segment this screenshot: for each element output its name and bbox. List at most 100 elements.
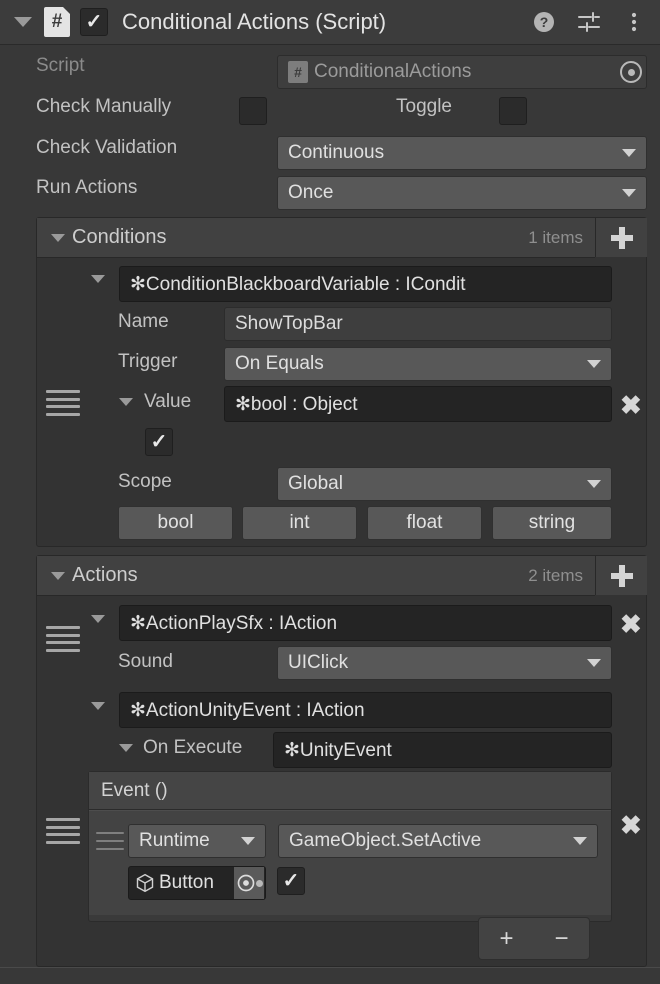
condition-name-row: Name bbox=[118, 311, 169, 333]
check-validation-label: Check Validation bbox=[36, 137, 178, 158]
action1-sound-row: Sound bbox=[118, 651, 173, 673]
object-picker-icon[interactable] bbox=[234, 867, 264, 899]
actions-list-header[interactable]: Actions 2 items bbox=[37, 556, 595, 596]
action1-sound-label: Sound bbox=[118, 651, 173, 672]
script-asset-icon: # bbox=[288, 61, 308, 83]
object-picker-icon[interactable] bbox=[620, 61, 642, 83]
csharp-script-icon: # bbox=[44, 7, 70, 37]
chevron-down-icon bbox=[573, 837, 587, 845]
chevron-down-icon bbox=[622, 149, 636, 157]
call-mode-dropdown[interactable]: Runtime bbox=[128, 824, 266, 858]
run-actions-value: Once bbox=[288, 182, 334, 203]
conditions-list-header[interactable]: Conditions 1 items bbox=[37, 218, 595, 258]
condition-scope-value: Global bbox=[288, 473, 343, 494]
run-actions-dropdown[interactable]: Once bbox=[277, 176, 647, 210]
check-manually-label: Check Manually bbox=[36, 96, 172, 117]
script-object-field[interactable]: # ConditionalActions bbox=[277, 55, 647, 89]
plus-icon bbox=[610, 564, 633, 587]
type-button-string[interactable]: string bbox=[492, 506, 612, 540]
action2-drag-handle[interactable] bbox=[46, 818, 80, 844]
condition-type-field[interactable]: ✻ConditionBlackboardVariable : ICondit bbox=[119, 266, 612, 302]
condition-value-bool-checkbox[interactable]: ✓ bbox=[145, 428, 173, 456]
add-call-button[interactable]: + bbox=[499, 926, 513, 951]
on-execute-value-field[interactable]: ✻UnityEvent bbox=[273, 732, 612, 768]
conditions-item-count: 1 items bbox=[528, 227, 583, 247]
condition-value-type-field[interactable]: ✻bool : Object bbox=[224, 386, 612, 422]
action1-drag-handle[interactable] bbox=[46, 626, 80, 652]
condition-trigger-row: Trigger bbox=[118, 351, 177, 373]
toggle-label: Toggle bbox=[396, 96, 452, 117]
toggle-row: Toggle bbox=[396, 96, 452, 118]
remove-call-button[interactable]: − bbox=[554, 926, 568, 951]
chevron-down-icon bbox=[241, 837, 255, 845]
run-actions-label: Run Actions bbox=[36, 177, 138, 198]
conditions-foldout-arrow[interactable] bbox=[51, 233, 65, 242]
type-button-int[interactable]: int bbox=[242, 506, 357, 540]
kebab-menu-icon[interactable] bbox=[622, 10, 646, 34]
condition-scope-dropdown[interactable]: Global bbox=[277, 467, 612, 501]
on-execute-label: On Execute bbox=[143, 737, 243, 758]
remove-action2-button[interactable]: ✖ bbox=[620, 812, 642, 838]
on-execute-foldout-arrow[interactable] bbox=[119, 744, 133, 752]
script-label: Script bbox=[36, 55, 85, 76]
help-icon[interactable]: ? bbox=[532, 10, 556, 34]
action1-type-value: ✻ActionPlaySfx : IAction bbox=[130, 612, 338, 634]
condition-item-foldout-arrow[interactable] bbox=[91, 275, 105, 283]
action2-type-value: ✻ActionUnityEvent : IAction bbox=[130, 699, 365, 721]
actions-foldout-arrow[interactable] bbox=[51, 571, 65, 580]
action1-sound-value: UIClick bbox=[288, 652, 349, 673]
condition-trigger-label: Trigger bbox=[118, 351, 178, 372]
add-action-button[interactable] bbox=[595, 556, 647, 595]
script-value: ConditionalActions bbox=[314, 61, 472, 82]
unity-event-title: Event () bbox=[89, 772, 611, 810]
condition-trigger-value: On Equals bbox=[235, 353, 324, 374]
checkmark-icon: ✓ bbox=[150, 431, 168, 453]
condition-value-label: Value bbox=[144, 391, 192, 412]
remove-action1-button[interactable]: ✖ bbox=[620, 611, 642, 637]
component-foldout-arrow[interactable] bbox=[14, 17, 32, 27]
type-button-bool[interactable]: bool bbox=[118, 506, 233, 540]
actions-item-count: 2 items bbox=[528, 565, 583, 585]
page-title: Conditional Actions (Script) bbox=[122, 9, 387, 34]
condition-name-value: ShowTopBar bbox=[235, 313, 343, 334]
checkmark-icon: ✓ bbox=[282, 870, 300, 892]
condition-scope-row: Scope bbox=[118, 471, 172, 493]
condition-name-input[interactable]: ShowTopBar bbox=[224, 307, 612, 341]
action1-foldout-arrow[interactable] bbox=[91, 615, 105, 623]
on-execute-value: ✻UnityEvent bbox=[284, 739, 392, 761]
check-validation-value: Continuous bbox=[288, 142, 385, 163]
action2-foldout-arrow[interactable] bbox=[91, 702, 105, 710]
plus-icon bbox=[610, 226, 633, 249]
action1-type-field[interactable]: ✻ActionPlaySfx : IAction bbox=[119, 605, 612, 641]
call-target-value: Button bbox=[159, 872, 214, 893]
call-mode-value: Runtime bbox=[139, 830, 210, 851]
on-execute-row: On Execute bbox=[143, 737, 242, 759]
component-header: # ✓ Conditional Actions (Script) ? bbox=[0, 0, 660, 45]
call-argument-bool-checkbox[interactable]: ✓ bbox=[277, 867, 305, 895]
add-condition-button[interactable] bbox=[595, 218, 647, 257]
remove-condition-button[interactable]: ✖ bbox=[620, 392, 642, 418]
chevron-down-icon bbox=[587, 659, 601, 667]
call-drag-handle[interactable] bbox=[96, 832, 124, 850]
picker-target-icon bbox=[237, 874, 254, 892]
check-validation-dropdown[interactable]: Continuous bbox=[277, 136, 647, 170]
condition-type-value: ✻ConditionBlackboardVariable : ICondit bbox=[130, 273, 466, 295]
call-method-dropdown[interactable]: GameObject.SetActive bbox=[278, 824, 598, 858]
preset-slider-icon[interactable] bbox=[577, 10, 601, 34]
action1-sound-dropdown[interactable]: UIClick bbox=[277, 646, 612, 680]
action2-type-field[interactable]: ✻ActionUnityEvent : IAction bbox=[119, 692, 612, 728]
check-manually-checkbox[interactable] bbox=[239, 97, 267, 125]
condition-value-foldout-arrow[interactable] bbox=[119, 398, 133, 406]
conditions-header-label: Conditions bbox=[72, 226, 167, 248]
chevron-down-icon bbox=[587, 360, 601, 368]
type-button-float[interactable]: float bbox=[367, 506, 482, 540]
call-method-value: GameObject.SetActive bbox=[289, 830, 482, 851]
chevron-down-icon bbox=[622, 189, 636, 197]
call-target-object-field[interactable]: Button bbox=[128, 866, 266, 900]
toggle-checkbox[interactable] bbox=[499, 97, 527, 125]
actions-header-label: Actions bbox=[72, 564, 138, 586]
condition-value-row: Value bbox=[144, 391, 191, 413]
component-enabled-checkbox[interactable]: ✓ bbox=[80, 8, 108, 36]
condition-trigger-dropdown[interactable]: On Equals bbox=[224, 347, 612, 381]
condition-drag-handle[interactable] bbox=[46, 390, 80, 416]
